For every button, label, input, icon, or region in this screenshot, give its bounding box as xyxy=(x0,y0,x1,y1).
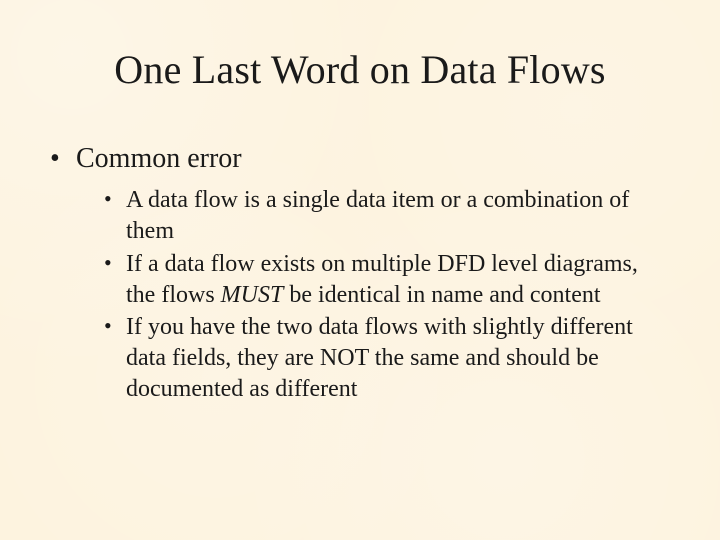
bullet-text: A data flow is a single data item or a c… xyxy=(126,187,629,244)
bullet-text-suffix: be identical in name and content xyxy=(283,282,600,308)
list-item: If you have the two data flows with slig… xyxy=(102,312,672,404)
bullet-list-level2: A data flow is a single data item or a c… xyxy=(76,185,672,404)
list-item: A data flow is a single data item or a c… xyxy=(102,185,672,246)
emphasis-must: MUST xyxy=(221,282,284,308)
list-item: Common error A data flow is a single dat… xyxy=(48,141,672,404)
bullet-list-level1: Common error A data flow is a single dat… xyxy=(48,141,672,404)
slide-title: One Last Word on Data Flows xyxy=(48,46,672,93)
bullet-text: If you have the two data flows with slig… xyxy=(126,314,633,401)
list-item: If a data flow exists on multiple DFD le… xyxy=(102,249,672,310)
bullet-text: Common error xyxy=(76,143,242,174)
